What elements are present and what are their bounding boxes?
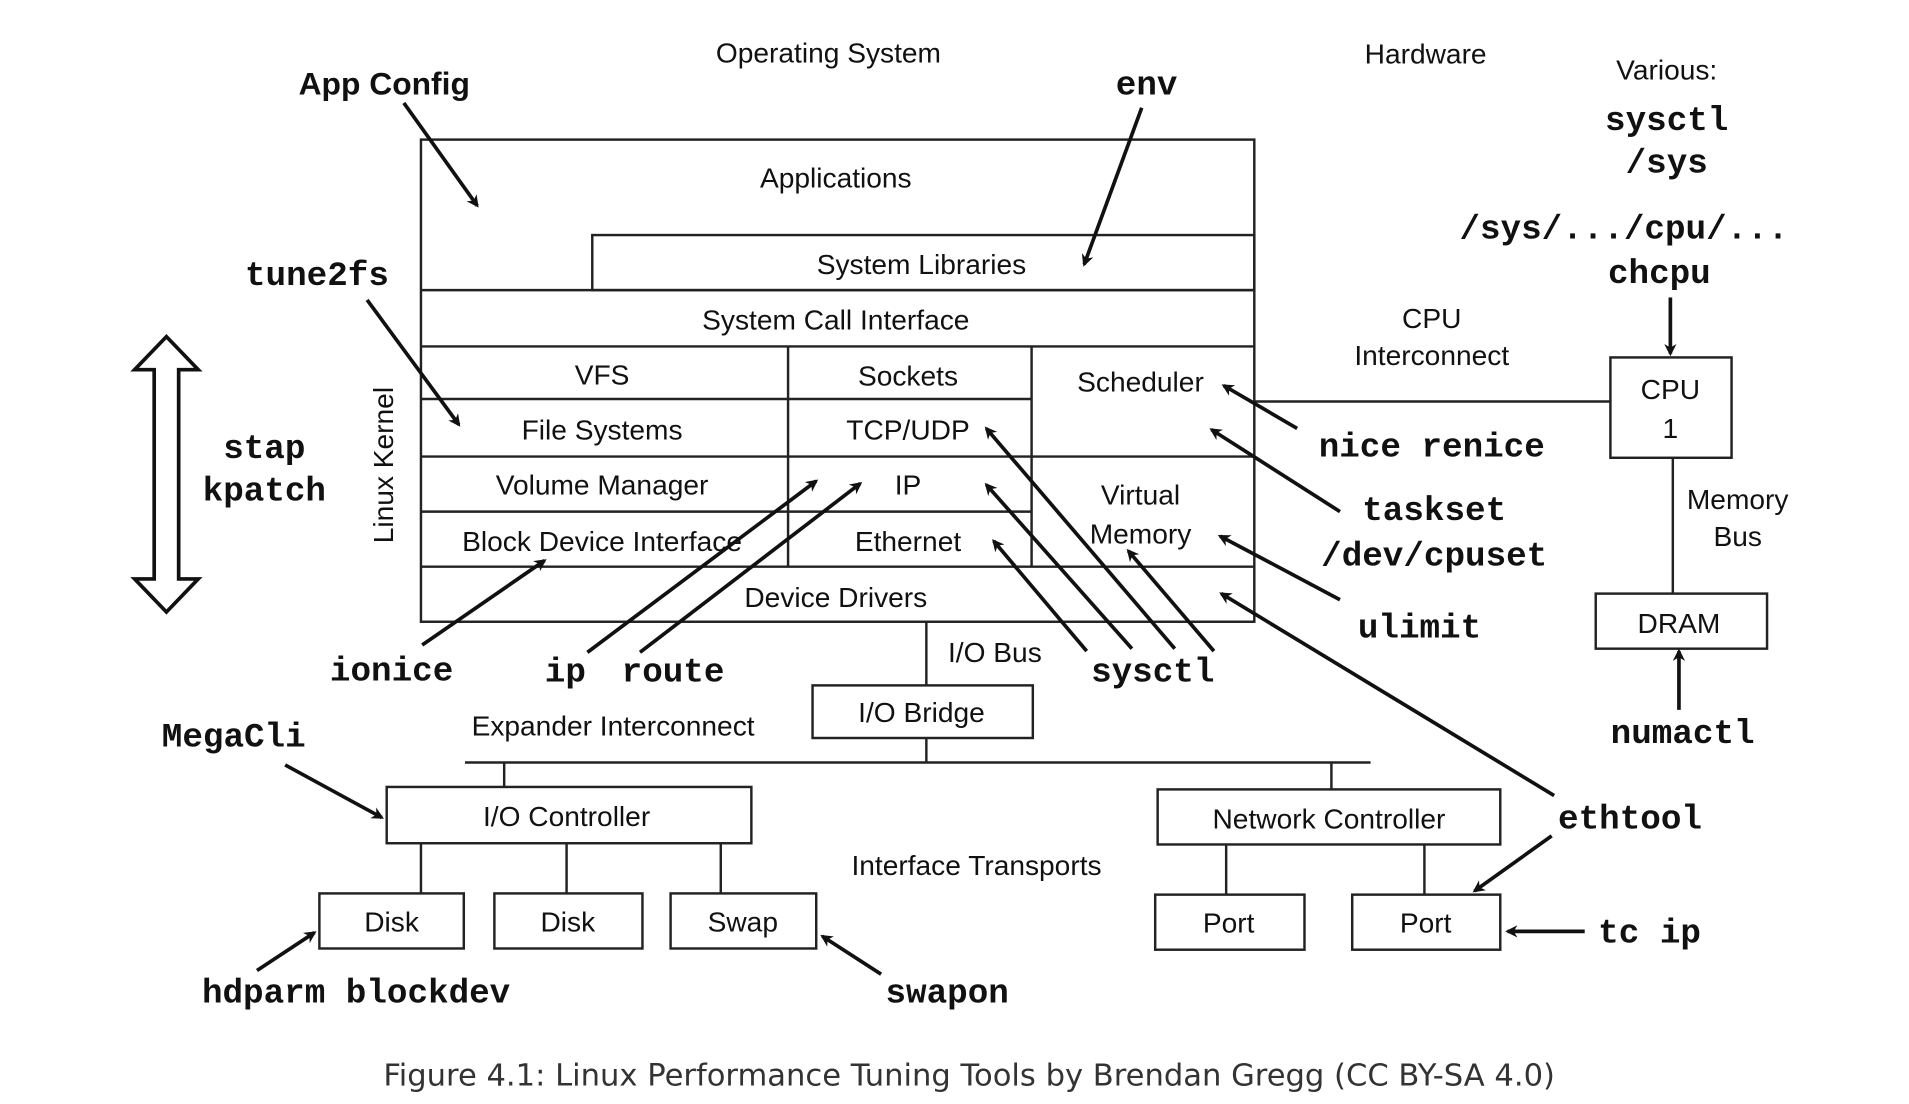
system-call-interface-layer: System Call Interface — [702, 304, 969, 335]
tool-sys: /sys — [1626, 145, 1708, 184]
io-bus-label: I/O Bus — [948, 637, 1042, 668]
tool-ulimit: ulimit — [1358, 610, 1481, 649]
tool-sys-cpu: /sys/.../cpu/... — [1459, 211, 1788, 250]
io-bridge-label: I/O Bridge — [858, 697, 985, 728]
port-label: Port — [1203, 908, 1255, 939]
tool-taskset: taskset — [1362, 492, 1506, 531]
ethernet-layer: Ethernet — [855, 526, 962, 557]
arrow-icon — [1081, 107, 1144, 267]
sockets-layer: Sockets — [858, 361, 958, 392]
memory-bus-label: Memory — [1687, 484, 1789, 515]
io-controller-label: I/O Controller — [483, 801, 650, 832]
network-controller-label: Network Controller — [1213, 804, 1446, 835]
file-systems-layer: File Systems — [522, 414, 683, 445]
device-drivers-layer: Device Drivers — [744, 582, 927, 613]
expander-interconnect-label: Expander Interconnect — [472, 711, 755, 742]
cpu-interconnect-label: CPU — [1402, 303, 1461, 334]
tool-sysctl: sysctl — [1091, 654, 1214, 693]
ip-layer: IP — [895, 469, 922, 500]
arrow-icon — [402, 101, 479, 208]
block-device-interface-layer: Block Device Interface — [462, 526, 742, 557]
arrow-icon — [1221, 383, 1299, 430]
tool-nice-renice: nice renice — [1319, 429, 1545, 468]
vfs-layer: VFS — [575, 359, 630, 390]
volume-manager-layer: Volume Manager — [496, 469, 709, 500]
scheduler-layer: Scheduler — [1077, 367, 1204, 398]
tool-sysctl: sysctl — [1605, 102, 1728, 141]
applications-layer: Applications — [760, 162, 912, 193]
tool-kpatch: kpatch — [203, 473, 326, 512]
figure-caption: Figure 4.1: Linux Performance Tuning Too… — [383, 1059, 1555, 1094]
tool-ethtool: ethtool — [1558, 801, 1702, 840]
tool-numactl: numactl — [1611, 715, 1755, 754]
tool-tune2fs: tune2fs — [245, 257, 389, 296]
disk-label: Disk — [364, 906, 420, 937]
virtual-memory-layer: Virtual — [1101, 479, 1180, 510]
tool-env: env — [1116, 66, 1178, 105]
tool-megacli: MegaCli — [162, 719, 306, 758]
arrow-icon — [992, 539, 1089, 653]
cpu-label: CPU — [1641, 374, 1700, 405]
system-libraries-layer: System Libraries — [817, 249, 1026, 280]
cpu-number: 1 — [1663, 413, 1679, 444]
interface-transports-label: Interface Transports — [851, 850, 1101, 881]
tool-hdparm-blockdev: hdparm blockdev — [202, 974, 510, 1013]
dram-label: DRAM — [1638, 608, 1721, 639]
tool-ionice: ionice — [330, 652, 453, 691]
hardware-label: Hardware — [1365, 39, 1487, 70]
arrow-icon — [820, 934, 883, 976]
tool-swapon: swapon — [885, 974, 1008, 1013]
virtual-memory-layer: Memory — [1090, 518, 1192, 549]
memory-bus-label: Bus — [1713, 521, 1761, 552]
port-label: Port — [1400, 908, 1452, 939]
linux-tuning-tools-diagram: Operating System Hardware Various: sysctl/s… — [130, 38, 1789, 1094]
tool-tc-ip: tc ip — [1598, 914, 1701, 953]
operating-system-label: Operating System — [716, 38, 941, 69]
cpu-interconnect-label: Interconnect — [1354, 340, 1509, 371]
tool-dev-cpuset: /dev/cpuset — [1321, 537, 1547, 576]
tool-stap: stap — [223, 430, 305, 469]
tool-ip: ip — [545, 654, 586, 693]
tool-chcpu: chcpu — [1608, 255, 1711, 294]
tool-route: route — [622, 654, 725, 693]
swap-label: Swap — [708, 906, 778, 937]
disk-label: Disk — [540, 906, 596, 937]
tool-app-config: App Config — [299, 65, 470, 101]
arrow-icon — [255, 931, 317, 973]
tcp-udp-layer: TCP/UDP — [846, 414, 969, 445]
double-arrow-icon — [130, 333, 203, 615]
various-label: Various: — [1616, 55, 1717, 86]
arrow-icon — [421, 559, 547, 647]
linux-kernel-label: Linux Kernel — [368, 387, 399, 543]
arrow-icon — [284, 763, 384, 820]
